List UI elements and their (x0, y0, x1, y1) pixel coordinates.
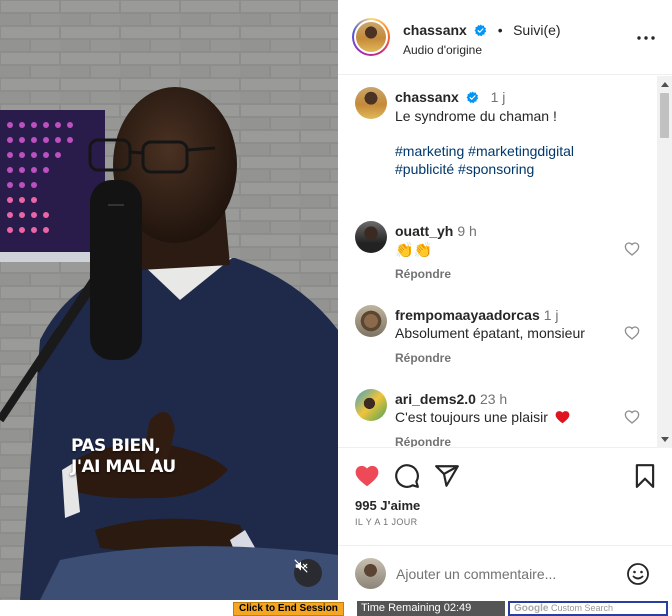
add-comment-bar (338, 545, 672, 600)
comment-avatar[interactable] (355, 221, 387, 253)
caption-text: Le syndrome du chaman ! (395, 108, 557, 124)
reply-button[interactable]: Répondre (395, 435, 451, 447)
comment-author-line: ari_dems2.0 23 h (395, 391, 507, 407)
video-caption-line-2: J'AI MAL AU (71, 457, 176, 477)
share-paper-plane-icon[interactable] (434, 463, 460, 489)
reel-video-player[interactable]: PAS BIEN, J'AI MAL AU (0, 0, 338, 600)
comment-time: 9 h (457, 223, 477, 239)
original-audio-link[interactable]: Audio d'origine (403, 43, 482, 57)
comment-text-line: C'est toujours une plaisir (395, 409, 570, 425)
more-options-button[interactable] (634, 26, 658, 50)
comment-avatar[interactable] (355, 389, 387, 421)
author-avatar[interactable] (356, 22, 386, 52)
red-heart-emoji-icon (555, 411, 570, 424)
caption-author-avatar[interactable] (355, 87, 387, 119)
comments-scrollbar[interactable] (657, 76, 672, 448)
speaker-muted-icon (294, 559, 308, 573)
comments-scroll-area[interactable]: chassanx 1 j Le syndrome du chaman ! #ma… (338, 76, 672, 448)
google-custom-search-input[interactable]: Google Custom Search (508, 601, 668, 616)
comment-username[interactable]: ouatt_yh (395, 223, 453, 239)
likes-count[interactable]: 995 J'aime (355, 498, 420, 513)
caption-hashtags-line-1: #marketing #marketingdigital (395, 143, 574, 159)
reply-button[interactable]: Répondre (395, 267, 451, 281)
author-line: chassanx • Suivi(e) (403, 22, 561, 40)
caption-hashtags-line-2: #publicité #sponsoring (395, 161, 534, 177)
hashtag-link[interactable]: #marketing (395, 143, 464, 159)
hashtag-link[interactable]: #publicité (395, 161, 454, 177)
comment-bubble-icon[interactable] (394, 463, 420, 489)
comment-time: 1 j (543, 307, 559, 323)
verified-badge-icon (466, 91, 478, 104)
hashtag-link[interactable]: #sponsoring (458, 161, 534, 177)
instagram-post-modal: PAS BIEN, J'AI MAL AU chassanx • Suivi(e… (0, 0, 672, 616)
mute-toggle-button[interactable] (294, 559, 322, 587)
add-comment-input[interactable] (396, 563, 616, 585)
comment-text: 👏👏 (395, 242, 433, 259)
like-heart-icon[interactable] (354, 463, 380, 489)
comment-username[interactable]: frempomaayaadorcas (395, 307, 540, 323)
current-user-avatar (355, 558, 386, 589)
session-toolbar: Click to End Session Time Remaining 02:4… (0, 600, 672, 616)
caption-time: 1 j (490, 89, 506, 105)
end-session-button[interactable]: Click to End Session (233, 602, 344, 616)
post-header: chassanx • Suivi(e) Audio d'origine (338, 0, 672, 75)
author-username[interactable]: chassanx (403, 22, 467, 38)
video-caption-line-1: PAS BIEN, (71, 436, 161, 456)
emoji-smiley-icon[interactable] (626, 562, 650, 586)
time-remaining-label: Time Remaining 02:49 (357, 601, 505, 616)
comment-author-line: frempomaayaadorcas 1 j (395, 307, 559, 323)
comment-like-heart-icon[interactable] (624, 409, 640, 425)
more-horizontal-icon (637, 36, 655, 40)
caption-author-line: chassanx 1 j (395, 89, 505, 105)
google-logo: Google (514, 603, 549, 614)
separator-dot: • (497, 22, 503, 38)
video-frame (0, 0, 338, 600)
comment-text: Absolument épatant, monsieur (395, 325, 585, 341)
verified-badge-icon (474, 24, 487, 37)
scroll-down-arrow[interactable] (661, 437, 669, 442)
author-avatar-story-ring[interactable] (352, 18, 390, 56)
comment-author-line: ouatt_yh 9 h (395, 223, 477, 239)
custom-search-label: Custom Search (550, 603, 613, 613)
caption-author-username[interactable]: chassanx (395, 89, 459, 105)
comment-text: C'est toujours une plaisir (395, 409, 548, 425)
post-date[interactable]: IL Y A 1 JOUR (355, 517, 418, 527)
comment-avatar[interactable] (355, 305, 387, 337)
save-bookmark-icon[interactable] (632, 463, 658, 489)
comment-like-heart-icon[interactable] (624, 325, 640, 341)
hashtag-link[interactable]: #marketingdigital (468, 143, 574, 159)
comment-username[interactable]: ari_dems2.0 (395, 391, 476, 407)
scroll-up-arrow[interactable] (661, 82, 669, 87)
comment-time: 23 h (479, 391, 508, 407)
reply-button[interactable]: Répondre (395, 351, 451, 365)
comment-like-heart-icon[interactable] (624, 241, 640, 257)
following-button[interactable]: Suivi(e) (513, 22, 560, 38)
scrollbar-thumb[interactable] (660, 93, 669, 138)
post-details-panel: chassanx • Suivi(e) Audio d'origine chas… (338, 0, 672, 600)
